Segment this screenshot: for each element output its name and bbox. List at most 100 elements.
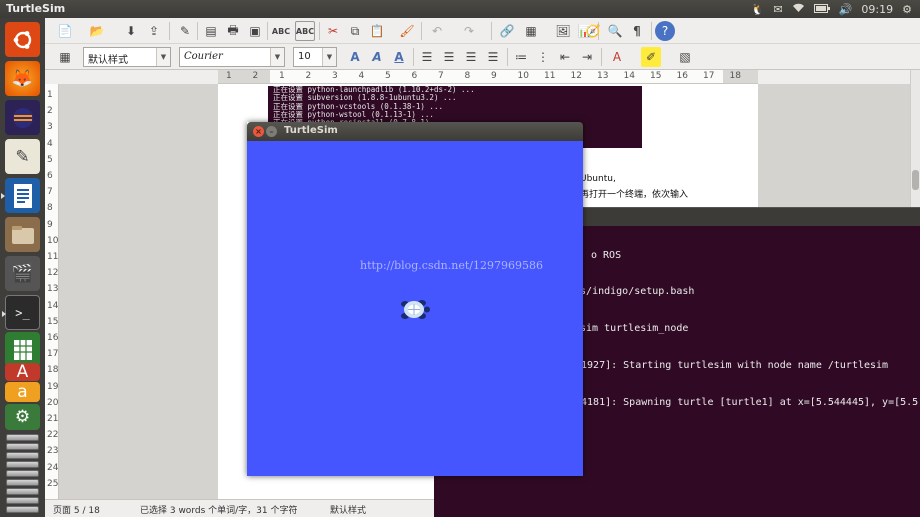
ruler-mark: 10	[517, 71, 529, 81]
font-color-icon[interactable]: A	[607, 47, 627, 67]
increase-indent-icon[interactable]: ⇥	[577, 47, 597, 67]
amazon-icon[interactable]: a	[5, 382, 40, 402]
ruler-mark: 17	[703, 71, 715, 81]
spellcheck-icon[interactable]: ABC	[271, 21, 291, 41]
new-document-icon[interactable]: 📄	[55, 21, 75, 41]
ruler-mark: 24	[47, 462, 59, 473]
eclipse-icon[interactable]	[5, 100, 40, 135]
trash-stack-item[interactable]	[6, 434, 39, 441]
ruler-mark: 5	[47, 154, 53, 165]
bullets-icon[interactable]: ⋮	[533, 47, 553, 67]
page-style[interactable]: 默认样式	[330, 503, 366, 516]
minimize-icon[interactable]: –	[266, 126, 277, 137]
background-color-icon[interactable]: ▧	[675, 47, 695, 67]
formatting-marks-icon[interactable]: ¶	[627, 21, 647, 41]
close-icon[interactable]: ×	[253, 126, 264, 137]
system-tray: 🐧 ✉ 🔊 09:19 ⚙	[751, 2, 912, 16]
ruler-mark: 9	[491, 71, 497, 81]
redo-icon[interactable]: ↷	[459, 21, 479, 41]
software-center-icon[interactable]: A	[5, 362, 40, 382]
paste-icon[interactable]: 📋	[367, 21, 387, 41]
ruler-mark: 7	[438, 71, 444, 81]
video-player-icon[interactable]: 🎬	[5, 256, 40, 291]
ruler-mark: 12	[570, 71, 582, 81]
turtlesim-window[interactable]: × – TurtleSim	[247, 122, 583, 476]
trash-stack-item[interactable]	[6, 443, 39, 450]
ruler-mark: 11	[544, 71, 556, 81]
ubuntu-dash-icon[interactable]	[5, 22, 40, 57]
undo-icon[interactable]: ↶	[427, 21, 447, 41]
hyperlink-icon[interactable]: 🔗	[497, 21, 517, 41]
numbering-icon[interactable]: ≔	[511, 47, 531, 67]
align-right-icon[interactable]: ☰	[461, 47, 481, 67]
trash-stack-item[interactable]	[6, 470, 39, 477]
trash-stack-item[interactable]	[6, 497, 39, 504]
terminal-icon[interactable]: >_	[2, 295, 40, 330]
vertical-ruler[interactable]: 1 2 3 4 5 6 7 8 9 10 11 12 13 14 15 16 17 18 19 20 21 22 23 24 2…	[45, 84, 59, 499]
ruler-mark: 19	[47, 381, 59, 392]
ruler-mark: 10	[47, 235, 59, 246]
font-name-select[interactable]: Courier ▼	[179, 47, 285, 67]
align-center-icon[interactable]: ☰	[439, 47, 459, 67]
volume-icon[interactable]: 🔊	[839, 3, 853, 16]
settings-gear-icon[interactable]: ⚙	[902, 3, 912, 16]
chevron-down-icon[interactable]: ▼	[156, 48, 170, 66]
ruler-mark: 15	[650, 71, 662, 81]
trash-stack-item[interactable]	[6, 461, 39, 468]
save-icon[interactable]: ⬇	[121, 21, 141, 41]
turtlesim-canvas[interactable]	[247, 141, 583, 476]
mail-icon[interactable]: ✉	[774, 3, 783, 16]
clone-formatting-icon[interactable]: 🖌	[397, 21, 417, 41]
chevron-down-icon[interactable]: ▼	[322, 48, 336, 66]
firefox-icon[interactable]: 🦊	[5, 61, 40, 96]
find-replace-icon[interactable]: 🔍	[605, 21, 625, 41]
keyboard-input-icon[interactable]: 🐧	[751, 3, 765, 16]
export-pdf-icon[interactable]: ▤	[201, 21, 221, 41]
battery-icon[interactable]	[813, 3, 830, 16]
turtlesim-titlebar[interactable]: × – TurtleSim	[247, 122, 583, 141]
ruler-mark: 5	[385, 71, 391, 81]
system-settings-icon[interactable]: ⚙	[5, 404, 40, 430]
libreoffice-writer-icon[interactable]	[1, 178, 40, 213]
decrease-indent-icon[interactable]: ⇤	[555, 47, 575, 67]
italic-a-icon[interactable]: A	[367, 47, 387, 67]
underline-a-icon[interactable]: A	[389, 47, 409, 67]
align-left-icon[interactable]: ☰	[417, 47, 437, 67]
paragraph-style-select[interactable]: 默认样式 ▼	[83, 47, 171, 67]
trash-stack-item[interactable]	[6, 488, 39, 495]
justify-icon[interactable]: ☰	[483, 47, 503, 67]
auto-spellcheck-icon[interactable]: ABC	[295, 21, 315, 41]
styles-formatting-icon[interactable]: ▦	[55, 47, 75, 67]
ruler-mark: 18	[729, 71, 741, 81]
chevron-down-icon[interactable]: ▼	[270, 48, 284, 66]
unity-launcher: 🦊 ✎ 🎬 >_ A a ⚙	[0, 18, 45, 517]
navigator-icon[interactable]: 🧭	[583, 21, 603, 41]
ruler-mark: 18	[47, 365, 59, 376]
edit-document-icon[interactable]: ✎	[175, 21, 195, 41]
font-color-a-icon[interactable]: A	[345, 47, 365, 67]
scrollbar-thumb[interactable]	[912, 170, 919, 190]
cut-icon[interactable]: ✂	[323, 21, 343, 41]
ruler-mark: 7	[47, 187, 53, 198]
doc-text-line: Ubuntu,	[580, 174, 616, 184]
trash-stack-item[interactable]	[6, 506, 39, 513]
text-editor-icon[interactable]: ✎	[5, 139, 40, 174]
files-icon[interactable]	[5, 217, 40, 252]
print-icon[interactable]: 🖶	[223, 21, 243, 41]
trash-stack-item[interactable]	[6, 452, 39, 459]
highlight-icon[interactable]: ✐	[641, 47, 661, 67]
insert-image-icon[interactable]: 🖼	[553, 21, 573, 41]
wifi-icon[interactable]	[792, 2, 805, 16]
open-icon[interactable]: 📂	[87, 21, 107, 41]
horizontal-ruler[interactable]: 1 2 1 2 3 4 5 6 7 8 9 10 11 12 13 14 15 16 17 18	[218, 70, 758, 84]
print-preview-icon[interactable]: ▣	[245, 21, 265, 41]
table-icon[interactable]: ▦	[521, 21, 541, 41]
copy-icon[interactable]: ⧉	[345, 21, 365, 41]
font-size-select[interactable]: 10 ▼	[293, 47, 337, 67]
page-count[interactable]: 页面 5 / 18	[53, 503, 100, 516]
trash-stack-item[interactable]	[6, 479, 39, 486]
export-icon[interactable]: ⇪	[144, 21, 164, 41]
clock[interactable]: 09:19	[861, 3, 893, 16]
help-icon[interactable]: ?	[655, 21, 675, 41]
ruler-mark: 16	[47, 333, 59, 343]
